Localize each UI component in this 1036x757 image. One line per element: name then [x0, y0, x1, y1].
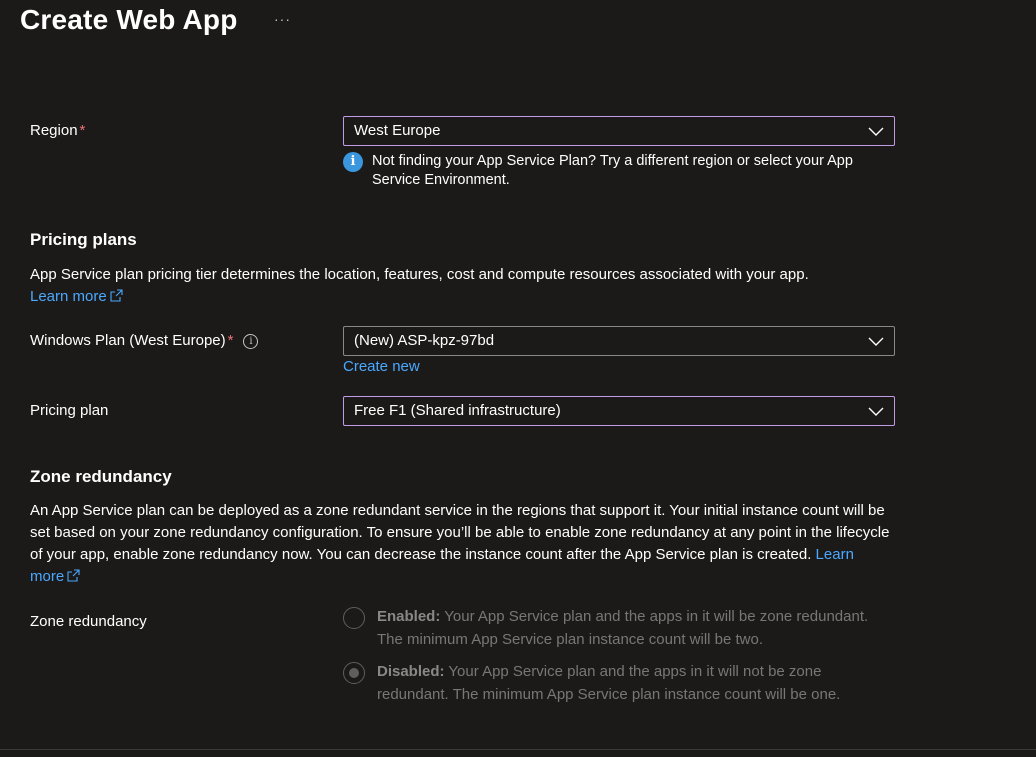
- divider: [0, 749, 1036, 750]
- zone-option-disabled-title: Disabled:: [377, 663, 445, 680]
- chevron-down-icon: [868, 127, 884, 136]
- page-title: Create Web App: [20, 4, 238, 35]
- create-web-app-page: Create Web App ··· Region * West Europe i…: [0, 0, 1036, 757]
- region-notice-text: Not finding your App Service Plan? Try a…: [372, 153, 853, 188]
- pricing-learn-more-text: Learn more: [30, 288, 107, 305]
- external-link-icon: [67, 569, 80, 582]
- pricing-plan-label: Pricing plan: [30, 402, 109, 419]
- region-label: Region *: [30, 122, 85, 139]
- region-notice: i Not finding your App Service Plan? Try…: [343, 152, 895, 190]
- zone-option-enabled-desc: Your App Service plan and the apps in it…: [377, 608, 869, 648]
- radio-button-checked[interactable]: [343, 662, 365, 684]
- create-new-link[interactable]: Create new: [343, 358, 420, 375]
- windows-plan-dropdown[interactable]: (New) ASP-kpz-97bd: [343, 326, 895, 356]
- windows-plan-label: Windows Plan (West Europe) * i: [30, 332, 259, 349]
- pricing-description-text: App Service plan pricing tier determines…: [30, 266, 809, 283]
- windows-plan-dropdown-value: (New) ASP-kpz-97bd: [354, 332, 495, 349]
- zone-option-disabled-desc: Your App Service plan and the apps in it…: [377, 663, 841, 703]
- zone-section-title: Zone redundancy: [30, 467, 172, 486]
- zone-description-text: An App Service plan can be deployed as a…: [30, 502, 890, 563]
- zone-description: An App Service plan can be deployed as a…: [30, 500, 890, 588]
- zone-option-enabled-title: Enabled:: [377, 608, 441, 625]
- region-label-text: Region: [30, 122, 78, 139]
- info-icon: i: [343, 152, 363, 172]
- radio-button[interactable]: [343, 607, 365, 629]
- zone-redundancy-label: Zone redundancy: [30, 613, 147, 630]
- required-mark: *: [227, 332, 234, 349]
- region-dropdown[interactable]: West Europe: [343, 116, 895, 146]
- pricing-section-title: Pricing plans: [30, 230, 137, 249]
- required-mark: *: [79, 122, 86, 139]
- windows-plan-label-text: Windows Plan (West Europe): [30, 332, 226, 349]
- chevron-down-icon: [868, 407, 884, 416]
- zone-option-disabled-text: Disabled: Your App Service plan and the …: [377, 660, 897, 706]
- info-icon[interactable]: i: [243, 334, 259, 349]
- chevron-down-icon: [868, 337, 884, 346]
- zone-option-enabled-text: Enabled: Your App Service plan and the a…: [377, 605, 897, 651]
- pricing-learn-more-link[interactable]: Learn more: [30, 288, 123, 305]
- more-options-button[interactable]: ···: [274, 11, 291, 27]
- external-link-icon: [110, 289, 123, 302]
- region-dropdown-value: West Europe: [354, 122, 441, 139]
- pricing-plan-dropdown[interactable]: Free F1 (Shared infrastructure): [343, 396, 895, 426]
- pricing-plan-dropdown-value: Free F1 (Shared infrastructure): [354, 402, 561, 419]
- pricing-description: App Service plan pricing tier determines…: [30, 264, 890, 308]
